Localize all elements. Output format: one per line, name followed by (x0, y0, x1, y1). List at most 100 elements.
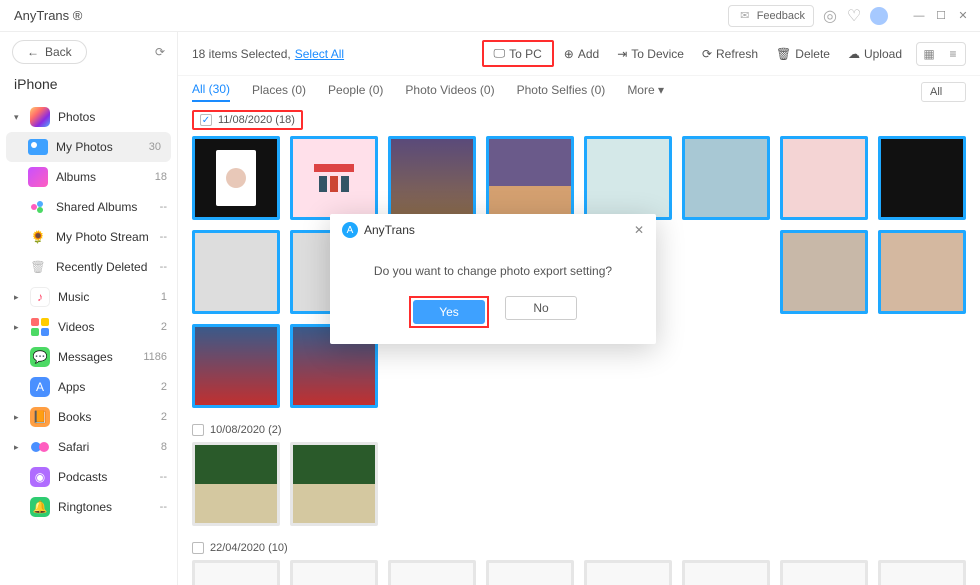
device-name: iPhone (0, 72, 177, 102)
avatar[interactable] (870, 7, 888, 25)
photo-thumb[interactable] (290, 136, 378, 220)
back-button[interactable]: ← Back (12, 40, 87, 64)
sidebar: ← Back ⟳ iPhone ▾ Photos My Photos 30 Al… (0, 32, 178, 585)
photo-thumb[interactable] (584, 136, 672, 220)
close-icon[interactable]: ✕ (634, 223, 644, 237)
maximize-icon[interactable]: ☐ (934, 9, 948, 23)
photo-thumb[interactable] (192, 324, 280, 408)
checkbox-icon[interactable] (192, 542, 204, 554)
sidebar-item-label: Safari (58, 440, 153, 454)
sidebar-item-label: Shared Albums (56, 200, 152, 214)
photo-thumb[interactable] (388, 136, 476, 220)
photo-thumb[interactable] (192, 442, 280, 526)
photo-thumb[interactable] (780, 230, 868, 314)
photo-thumb[interactable] (290, 560, 378, 585)
tab-places[interactable]: Places (0) (252, 83, 306, 101)
sidebar-item-books[interactable]: ▸ 📙 Books 2 (0, 402, 177, 432)
device-icon: ⇥ (617, 47, 627, 61)
tab-people[interactable]: People (0) (328, 83, 383, 101)
music-icon: ♪ (30, 287, 50, 307)
feedback-button[interactable]: ✉ Feedback (728, 5, 814, 27)
minimize-icon[interactable]: — (912, 9, 926, 23)
dialog-header: A AnyTrans ✕ (330, 214, 656, 246)
sidebar-item-shared-albums[interactable]: Shared Albums -- (0, 192, 177, 222)
safari-icon (30, 437, 50, 457)
yes-highlight: Yes (409, 296, 489, 328)
sidebar-item-label: Photos (58, 110, 159, 124)
photo-thumb[interactable] (486, 560, 574, 585)
sidebar-item-music[interactable]: ▸ ♪ Music 1 (0, 282, 177, 312)
refresh-icon[interactable]: ⟳ (155, 45, 165, 59)
gift-icon[interactable]: ♡ (846, 8, 862, 24)
photo-thumb[interactable] (780, 560, 868, 585)
tab-photo-selfies[interactable]: Photo Selfies (0) (517, 83, 606, 101)
photo-thumb[interactable] (878, 230, 966, 314)
photo-thumb[interactable] (192, 560, 280, 585)
search-icon[interactable]: ◎ (822, 8, 838, 24)
photo-thumb[interactable] (878, 560, 966, 585)
sidebar-item-ringtones[interactable]: ▸ 🔔 Ringtones -- (0, 492, 177, 522)
refresh-icon: ⟳ (702, 47, 712, 61)
sidebar-item-label: Videos (58, 320, 153, 334)
photo-thumb[interactable] (486, 136, 574, 220)
sidebar-item-podcasts[interactable]: ▸ ◉ Podcasts -- (0, 462, 177, 492)
tab-all[interactable]: All (30) (192, 82, 230, 102)
sidebar-item-my-photos[interactable]: My Photos 30 (6, 132, 171, 162)
tab-more[interactable]: More ▾ (627, 83, 664, 101)
back-label: Back (45, 45, 72, 59)
sidebar-item-recently-deleted[interactable]: 🗑 Recently Deleted -- (0, 252, 177, 282)
photo-thumb[interactable] (290, 442, 378, 526)
filter-select[interactable]: All (921, 82, 966, 102)
photo-thumb[interactable] (192, 230, 280, 314)
photo-thumb[interactable] (192, 136, 280, 220)
group-header-1[interactable]: ✓ 11/08/2020 (18) (192, 110, 303, 130)
group-header-2[interactable]: 10/08/2020 (2) (192, 418, 966, 442)
checkbox-icon[interactable] (192, 424, 204, 436)
select-all-link[interactable]: Select All (295, 47, 344, 61)
close-icon[interactable]: ✕ (956, 9, 970, 23)
refresh-button[interactable]: ⟳ Refresh (694, 43, 766, 65)
sidebar-item-label: Books (58, 410, 153, 424)
sidebar-item-photo-stream[interactable]: 🌻 My Photo Stream -- (0, 222, 177, 252)
feedback-label: Feedback (757, 10, 805, 22)
thumb-row (192, 136, 966, 220)
to-pc-button[interactable]: 🖵 To PC (482, 40, 554, 67)
list-view-icon[interactable]: ≡ (941, 43, 965, 65)
group-header-3[interactable]: 22/04/2020 (10) (192, 536, 966, 560)
no-button[interactable]: No (505, 296, 577, 320)
books-icon: 📙 (30, 407, 50, 427)
to-device-button[interactable]: ⇥ To Device (609, 43, 692, 65)
checkbox-icon[interactable]: ✓ (200, 114, 212, 126)
group-label: 10/08/2020 (2) (210, 424, 282, 436)
sidebar-item-photos[interactable]: ▾ Photos (0, 102, 177, 132)
photo-thumb[interactable] (780, 136, 868, 220)
photo-thumb[interactable] (878, 136, 966, 220)
sidebar-item-label: Albums (56, 170, 147, 184)
delete-button[interactable]: 🗑 Delete (768, 43, 838, 65)
chevron-right-icon: ▸ (14, 322, 22, 333)
sidebar-item-albums[interactable]: Albums 18 (0, 162, 177, 192)
sidebar-item-messages[interactable]: ▸ 💬 Messages 1186 (0, 342, 177, 372)
sidebar-item-label: Messages (58, 350, 135, 364)
cloud-icon: ☁ (848, 47, 860, 61)
sidebar-item-videos[interactable]: ▸ Videos 2 (0, 312, 177, 342)
sidebar-item-label: My Photo Stream (56, 230, 152, 244)
grid-view-icon[interactable]: ▦ (917, 43, 941, 65)
sidebar-item-label: Music (58, 290, 153, 304)
photo-thumb[interactable] (682, 136, 770, 220)
sidebar-item-apps[interactable]: ▸ A Apps 2 (0, 372, 177, 402)
podcasts-icon: ◉ (30, 467, 50, 487)
tab-photo-videos[interactable]: Photo Videos (0) (405, 83, 494, 101)
photo-thumb[interactable] (388, 560, 476, 585)
yes-button[interactable]: Yes (413, 300, 485, 324)
titlebar: AnyTrans ® ✉ Feedback ◎ ♡ — ☐ ✕ (0, 0, 980, 32)
ringtones-icon: 🔔 (30, 497, 50, 517)
albums-icon (28, 167, 48, 187)
photo-thumb[interactable] (682, 560, 770, 585)
app-title: AnyTrans ® (14, 8, 82, 23)
photo-icon (28, 139, 48, 155)
sidebar-item-safari[interactable]: ▸ Safari 8 (0, 432, 177, 462)
add-button[interactable]: ⊕ Add (556, 43, 607, 65)
upload-button[interactable]: ☁ Upload (840, 43, 910, 65)
photo-thumb[interactable] (584, 560, 672, 585)
